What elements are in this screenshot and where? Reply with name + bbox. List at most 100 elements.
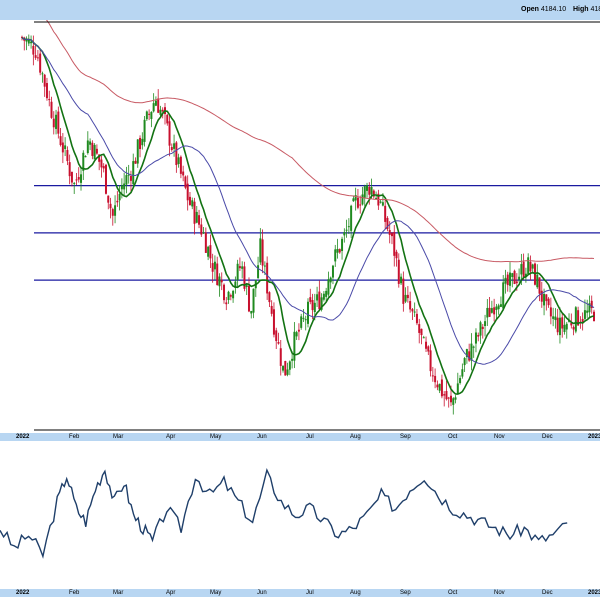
candle-body [157,98,160,113]
price-x-tick-1: Feb [69,434,80,440]
price-chart [21,20,600,431]
candle-body [245,285,248,288]
osc-x-tick-12: 2023 [588,590,600,596]
candle-body [543,293,546,306]
candle-body [583,310,586,319]
candle-body [286,369,289,375]
price-x-tick-10: Nov [494,434,505,440]
candle-body [34,55,37,58]
candle-body [436,384,439,388]
candle-body [522,261,525,278]
candle-body [297,329,300,332]
candle-body [302,317,305,319]
candle-body [266,262,269,294]
candle-body [506,274,509,286]
oscillator-chart [0,468,568,559]
candle-body [420,328,423,336]
candle-body [213,261,216,270]
candle-body [447,397,450,399]
candle-body [43,74,46,87]
candle-body [73,182,76,184]
price-x-tick-6: Jul [306,434,314,440]
candle-body [107,195,110,203]
candle-body [327,279,330,295]
candle-body [388,229,391,235]
candle-body [363,186,366,198]
candle-body [370,187,373,195]
candle-body [200,224,203,235]
candle-body [223,284,226,301]
candle-body [379,201,382,203]
candle-body [316,294,319,301]
high-readout: High 418 [573,6,600,13]
candle-body [470,343,473,361]
candle-body [80,174,83,183]
candle-body [127,174,130,176]
candle-body [89,141,92,145]
candle-body [415,313,418,324]
candle-body [409,301,412,310]
candle-body [429,350,432,372]
candle-body [322,293,325,300]
candle-body [509,272,512,286]
candle-body [368,186,371,195]
candle-body [450,395,452,403]
candle-body [86,140,89,154]
candle-body [338,249,341,253]
candle-body [527,257,530,275]
candle-body [173,143,176,149]
candle-body [168,121,171,146]
candle-body [109,203,112,209]
osc-x-tick-5: Jun [257,590,267,596]
candle-body [329,277,332,283]
candle-body [177,157,180,164]
candle-body [309,297,312,302]
candle-body [225,302,228,305]
candle-body [574,307,577,332]
candle-body [170,147,173,151]
candle-body [129,175,132,181]
price-x-tick-4: May [210,434,222,440]
candle-body [445,390,448,400]
candle-body [572,326,575,330]
candle-body [159,109,162,115]
candle-body [454,397,457,400]
candle-body [300,316,303,328]
candle-body [136,139,139,164]
candle-body [341,238,344,251]
candle-body [563,324,566,332]
candle-body [45,83,48,99]
candle-body [191,200,194,207]
candle-body [148,113,151,115]
candle-body [66,149,69,162]
candle-body [36,57,39,59]
candle-body [261,239,264,266]
candle-body [93,144,96,160]
candle-body [497,305,500,310]
candle-body [477,335,480,337]
candle-body [352,198,355,202]
candle-body [359,204,362,206]
candle-body [418,324,421,333]
candle-body [463,358,466,366]
candle-body [336,248,339,253]
candle-body [175,142,178,166]
candle-body [452,398,455,405]
candle-body [295,332,298,337]
candle-body [513,270,516,284]
candle-body [422,337,425,339]
candle-body [123,183,126,190]
candle-body [558,317,561,336]
candle-body [311,299,314,311]
candle-body [495,306,498,310]
candle-body [375,197,378,199]
candle-body [531,264,534,269]
osc-x-tick-4: May [210,590,222,596]
candle-body [343,232,346,236]
candle-body [218,276,221,287]
candle-body [406,294,409,299]
candle-body [554,316,557,321]
candle-body [143,119,146,142]
oscillator-line [0,468,568,559]
candle-body [481,326,484,330]
